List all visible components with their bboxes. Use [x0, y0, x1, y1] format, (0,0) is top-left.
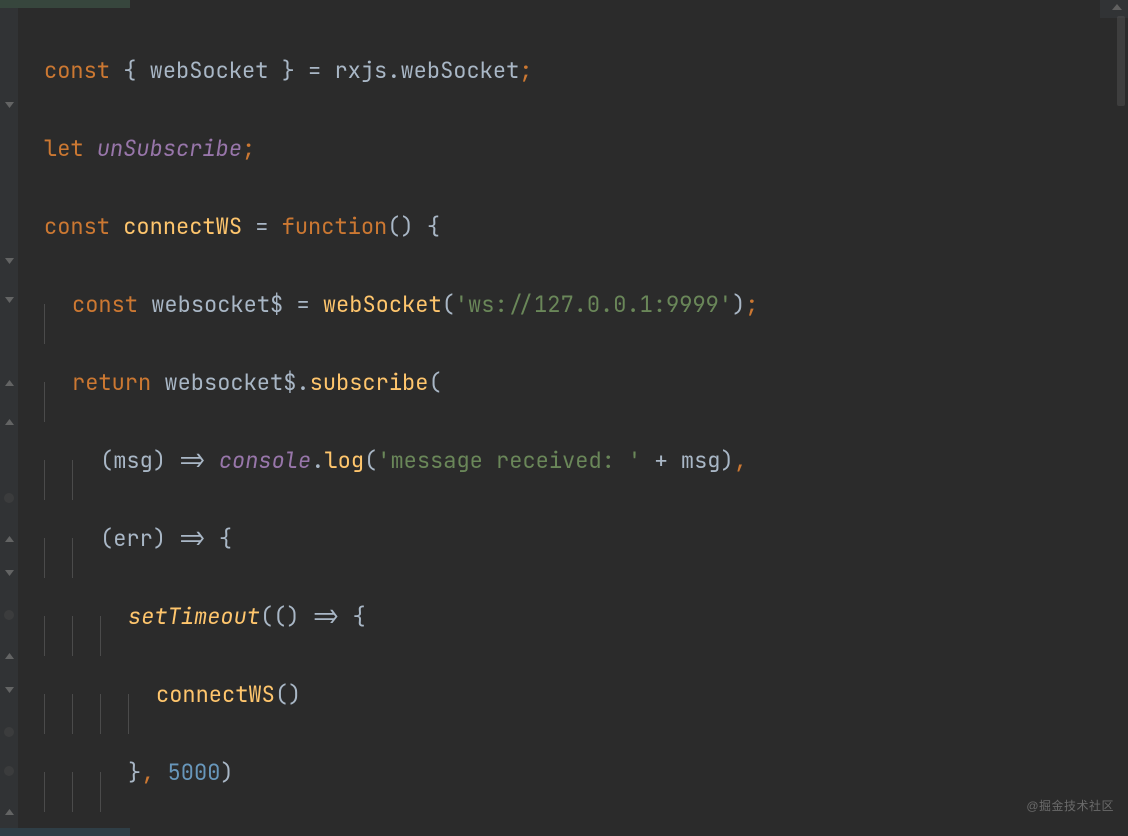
fold-close-icon[interactable]	[5, 416, 14, 425]
code-line: let unSubscribe;	[44, 129, 1128, 168]
fold-open-icon[interactable]	[5, 297, 14, 306]
fold-close-icon[interactable]	[5, 377, 14, 386]
code-line: }, 5000)	[44, 753, 1128, 792]
code-line: connectWS()	[44, 675, 1128, 714]
code-editor[interactable]: const { webSocket } = rxjs.webSocket; le…	[18, 0, 1128, 836]
fold-open-icon[interactable]	[5, 570, 14, 579]
code-line: (msg) => console.log('message received: …	[44, 441, 1128, 480]
code-line: (err) => {	[44, 519, 1128, 558]
code-line: },	[44, 831, 1128, 836]
code-line: const connectWS = function() {	[44, 207, 1128, 246]
fold-open-icon[interactable]	[5, 687, 14, 696]
gutter-marker	[4, 493, 14, 503]
code-line: setTimeout(() => {	[44, 597, 1128, 636]
fold-open-icon[interactable]	[5, 102, 14, 111]
fold-close-icon[interactable]	[5, 533, 14, 542]
gutter-marker	[4, 610, 14, 620]
fold-close-icon[interactable]	[5, 806, 14, 815]
gutter-marker	[4, 727, 14, 737]
fold-open-icon[interactable]	[5, 258, 14, 267]
watermark: @掘金技术社区	[1026, 787, 1114, 826]
code-line: const websocket$ = webSocket('ws://127.0…	[44, 285, 1128, 324]
gutter-marker	[4, 766, 14, 776]
code-line: const { webSocket } = rxjs.webSocket;	[44, 51, 1128, 90]
fold-close-icon[interactable]	[5, 650, 14, 659]
code-line: return websocket$.subscribe(	[44, 363, 1128, 402]
